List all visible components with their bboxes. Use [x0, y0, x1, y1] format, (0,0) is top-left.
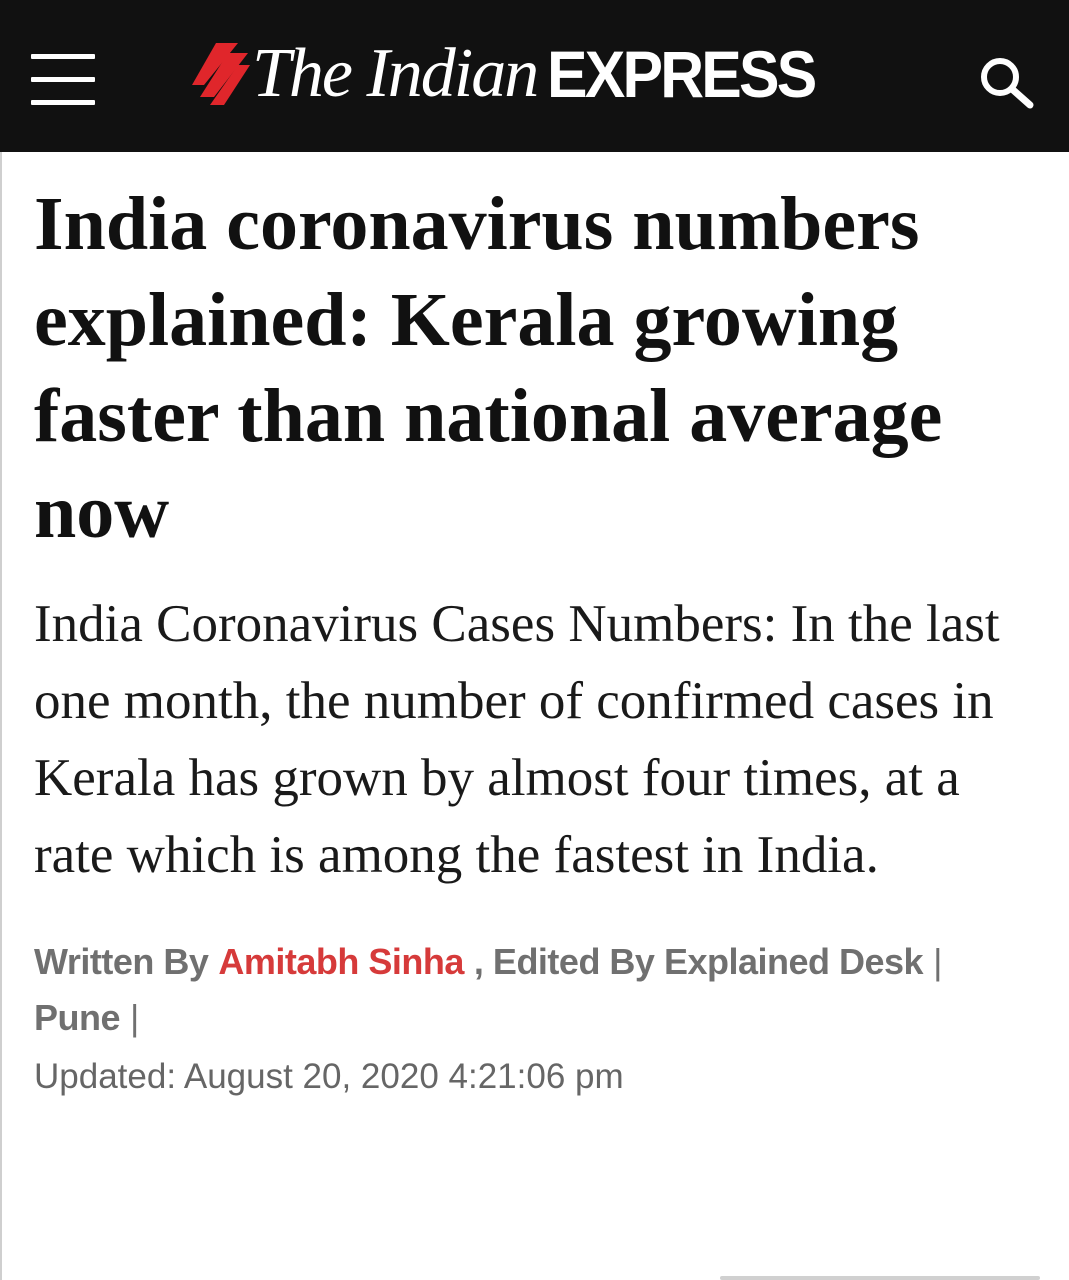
search-icon[interactable]	[978, 55, 1038, 111]
article-standfirst: India Coronavirus Cases Numbers: In the …	[34, 595, 1000, 884]
updated-timestamp: Updated: August 20, 2020 4:21:06 pm	[34, 1052, 1044, 1102]
site-logo[interactable]: The Indian EXPRESS	[188, 34, 838, 114]
menu-bar	[31, 100, 95, 105]
logo-mark-icon	[192, 43, 250, 105]
article-headline: India coronavirus numbers explained: Ker…	[34, 182, 943, 554]
location-separator: |	[130, 997, 140, 1038]
logo-text-the-indian: The Indian	[252, 35, 539, 112]
article-byline: Written By Amitabh Sinha , Edited By Exp…	[34, 934, 964, 1046]
article-header: India coronavirus numbers explained: Ker…	[34, 176, 1044, 1102]
logo-text-express: EXPRESS	[547, 37, 817, 111]
updated-label: Updated:	[34, 1057, 177, 1096]
site-header: The Indian EXPRESS	[0, 0, 1069, 152]
byline-separator: |	[933, 941, 943, 982]
menu-bar	[31, 54, 95, 59]
author-link[interactable]: Amitabh Sinha	[218, 941, 464, 982]
updated-value: August 20, 2020 4:21:06 pm	[183, 1057, 624, 1096]
scroll-indicator	[720, 1276, 1040, 1280]
written-by-label: Written By	[34, 941, 209, 982]
page-edge-divider	[0, 152, 2, 1280]
location-label: Pune	[34, 997, 121, 1038]
hamburger-menu-icon[interactable]	[31, 54, 95, 110]
menu-bar	[31, 77, 95, 82]
edited-by-label: , Edited By Explained Desk	[473, 941, 924, 982]
